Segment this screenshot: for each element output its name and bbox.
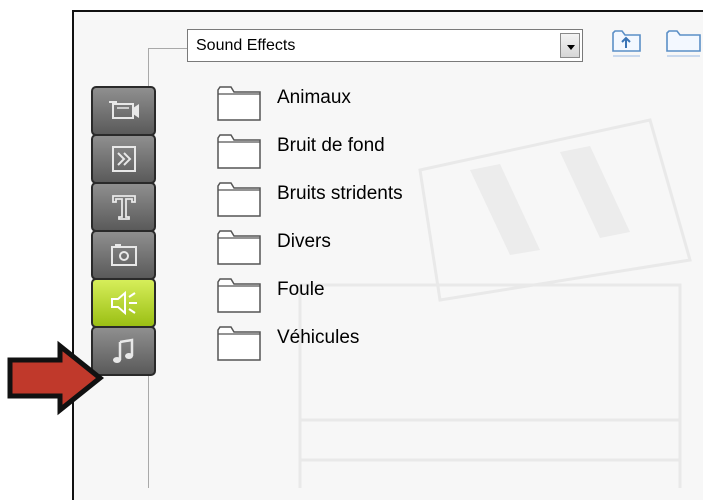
folder-label: Foule [277,279,325,300]
chevron-down-icon[interactable] [560,33,580,58]
transition-icon [111,146,136,172]
folder-label: Bruit de fond [277,135,385,156]
tab-video[interactable] [91,86,156,136]
library-dropdown-value: Sound Effects [196,37,296,54]
folder-up-icon[interactable] [610,24,644,58]
folder-icon [217,230,261,265]
tab-sound-effects[interactable] [91,278,156,328]
tab-transitions[interactable] [91,134,156,184]
folder-icon [217,278,261,313]
tab-titles[interactable] [91,182,156,232]
speaker-icon [110,290,137,316]
folder-label: Bruits stridents [277,183,403,204]
folder-label: Véhicules [277,327,360,348]
folder-label: Divers [277,231,331,252]
title-text-icon [111,195,136,220]
library-dropdown[interactable]: Sound Effects [187,29,583,62]
media-library-panel [72,10,703,500]
folder-icon [217,86,261,121]
folder-icon [217,326,261,361]
music-note-icon [112,338,133,363]
video-camera-icon [108,101,139,119]
photo-icon [110,244,137,266]
folder-icon[interactable] [664,24,703,58]
panel-divider-top [148,48,188,49]
folder-icon [217,134,261,169]
tab-photos[interactable] [91,230,156,280]
folder-icon [217,182,261,217]
pointer-arrow-icon [7,340,105,416]
folder-label: Animaux [277,87,351,108]
